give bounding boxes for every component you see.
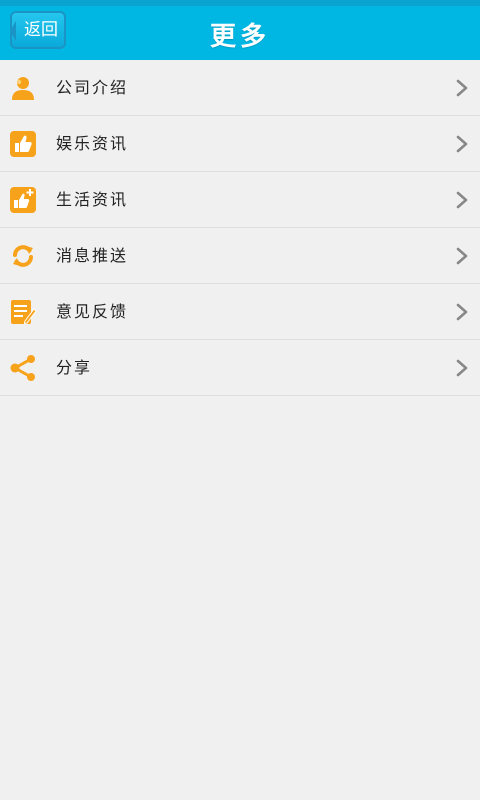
menu-item-label: 分享 [56,358,93,377]
menu-item-entertainment-news[interactable]: 娱乐资讯 [0,116,480,172]
menu-item-feedback[interactable]: 意见反馈 [0,284,480,340]
refresh-icon [13,245,33,267]
page-title: 更多 [209,22,270,52]
menu-item-label: 娱乐资讯 [56,134,129,153]
chevron-right-icon [456,247,468,265]
menu-item-message-push[interactable]: 消息推送 [0,228,480,284]
header-bar: 返回 更多 [0,0,480,60]
chevron-right-icon [456,135,468,153]
chevron-right-icon [456,79,468,97]
menu-list: 公司介绍 娱乐资讯 生活资讯 消息推送 意见反馈 分享 [0,60,480,396]
user-icon [12,77,34,100]
menu-item-label: 消息推送 [56,246,129,265]
edit-note-icon [11,300,37,325]
menu-item-label: 生活资讯 [56,190,129,209]
menu-item-life-news[interactable]: 生活资讯 [0,172,480,228]
menu-item-share[interactable]: 分享 [0,340,480,396]
chevron-right-icon [456,191,468,209]
chevron-right-icon [456,303,468,321]
menu-item-label: 意见反馈 [56,302,129,321]
thumbs-up-plus-icon [10,187,36,213]
menu-item-company-intro[interactable]: 公司介绍 [0,60,480,116]
share-icon [10,355,35,381]
menu-item-label: 公司介绍 [56,78,129,97]
thumbs-up-icon [10,131,36,157]
chevron-right-icon [456,359,468,377]
